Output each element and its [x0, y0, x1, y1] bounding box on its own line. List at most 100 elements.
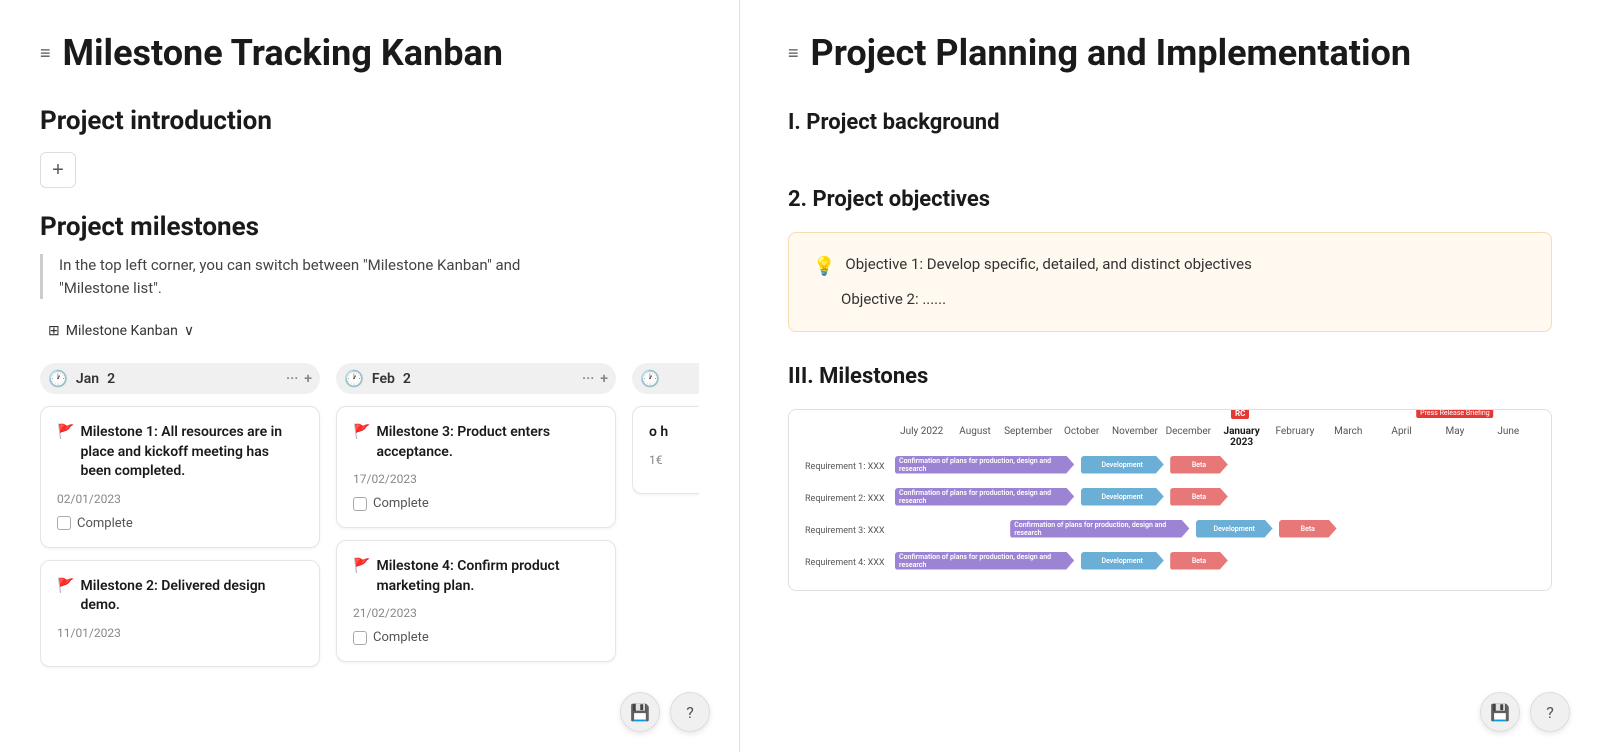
kanban-view-label: Milestone Kanban	[66, 323, 178, 339]
card-jan-1[interactable]: 🚩 Milestone 1: All resources are in plac…	[40, 406, 320, 548]
gantt-month-jul: July 2022	[895, 426, 948, 448]
background-heading: I. Project background	[788, 110, 1552, 135]
gantt-month-mar: March	[1322, 426, 1375, 448]
kanban-column-mar: 🕐 o h 1€	[632, 363, 699, 679]
objectives-box: 💡 Objective 1: Develop specific, detaile…	[788, 232, 1552, 332]
left-save-button[interactable]: 💾	[620, 692, 660, 732]
column-header-feb: 🕐 Feb 2 ··· +	[336, 363, 616, 394]
gantt-bar-2-purple: Confirmation of plans for production, de…	[895, 488, 1074, 506]
gantt-bar-1-pink: Beta	[1170, 456, 1228, 474]
objective-1-text: Objective 1: Develop specific, detailed,…	[845, 253, 1251, 276]
card-jan-2[interactable]: 🚩 Milestone 2: Delivered design demo. 11…	[40, 560, 320, 667]
alarm-icon-feb: 🕐	[344, 369, 364, 388]
left-help-button[interactable]: ?	[670, 692, 710, 732]
card-mar-1-date: 1€	[649, 453, 695, 467]
column-actions-jan: ··· +	[286, 371, 312, 387]
card-feb-1-title: 🚩 Milestone 3: Product enters acceptance…	[353, 423, 599, 462]
right-bottom-actions: 💾 ?	[1480, 692, 1570, 732]
column-add-feb[interactable]: +	[600, 371, 608, 387]
gantt-bar-2-pink: Beta	[1170, 488, 1228, 506]
card-feb-2-complete[interactable]: Complete	[353, 630, 599, 645]
kanban-board: 🕐 Jan 2 ··· + 🚩 Milestone 1: All resourc…	[40, 363, 699, 679]
gantt-bar-4-pink: Beta	[1170, 552, 1228, 570]
flag-icon: 🚩	[353, 557, 370, 577]
card-jan-1-title: 🚩 Milestone 1: All resources are in plac…	[57, 423, 303, 482]
gantt-bar-1-blue: Development	[1081, 456, 1164, 474]
kanban-view-icon: ⊞	[48, 323, 60, 339]
right-menu-icon[interactable]: ≡	[788, 43, 799, 64]
card-feb-2[interactable]: 🚩 Milestone 4: Confirm product marketing…	[336, 540, 616, 662]
gantt-month-nov: November	[1108, 426, 1161, 448]
right-save-button[interactable]: 💾	[1480, 692, 1520, 732]
gantt-month-may: May Press Release Briefing	[1428, 426, 1481, 448]
gantt-bar-4-blue: Development	[1081, 552, 1164, 570]
kanban-column-feb: 🕐 Feb 2 ··· + 🚩 Milestone 3: Product ent…	[336, 363, 616, 679]
column-more-feb[interactable]: ···	[582, 371, 594, 387]
intro-section-title: Project introduction	[40, 106, 699, 136]
add-button[interactable]: +	[40, 152, 76, 188]
alarm-icon-jan: 🕐	[48, 369, 68, 388]
right-panel: ≡ Project Planning and Implementation I.…	[740, 0, 1600, 752]
gantt-bar-3-blue: Development	[1196, 520, 1273, 538]
gantt-month-oct: October	[1055, 426, 1108, 448]
right-help-button[interactable]: ?	[1530, 692, 1570, 732]
gantt-month-aug: August	[948, 426, 1001, 448]
left-panel: ≡ Milestone Tracking Kanban Project intr…	[0, 0, 740, 752]
gantt-month-dec: December	[1162, 426, 1215, 448]
kanban-column-jan: 🕐 Jan 2 ··· + 🚩 Milestone 1: All resourc…	[40, 363, 320, 679]
objective-1-row: 💡 Objective 1: Develop specific, detaile…	[813, 253, 1527, 280]
gantt-row-2: Requirement 2: XXX Confirmation of plans…	[805, 488, 1535, 510]
gantt-bar-2-blue: Development	[1081, 488, 1164, 506]
card-feb-1[interactable]: 🚩 Milestone 3: Product enters acceptance…	[336, 406, 616, 528]
gantt-marker-press: Press Release Briefing	[1416, 409, 1494, 418]
gantt-month-sep: September	[1002, 426, 1055, 448]
bulb-icon: 💡	[813, 253, 835, 280]
gantt-chart: July 2022 August September October Novem…	[788, 409, 1552, 591]
card-jan-1-date: 02/01/2023	[57, 492, 303, 506]
card-mar-1-title: o h	[649, 423, 695, 443]
complete-label-feb-1: Complete	[373, 496, 429, 511]
gantt-row-3-label: Requirement 3: XXX	[805, 526, 887, 536]
card-feb-2-title: 🚩 Milestone 4: Confirm product marketing…	[353, 557, 599, 596]
flag-icon: 🚩	[57, 577, 74, 597]
column-add-jan[interactable]: +	[304, 371, 312, 387]
complete-label-feb-2: Complete	[373, 630, 429, 645]
gantt-row-2-label: Requirement 2: XXX	[805, 494, 887, 504]
gantt-row-1: Requirement 1: XXX Confirmation of plans…	[805, 456, 1535, 478]
milestones-section-title: Project milestones	[40, 212, 699, 242]
gantt-row-4-label: Requirement 4: XXX	[805, 558, 887, 568]
card-jan-2-title: 🚩 Milestone 2: Delivered design demo.	[57, 577, 303, 616]
right-header: ≡ Project Planning and Implementation	[788, 32, 1552, 74]
left-panel-title: Milestone Tracking Kanban	[63, 32, 503, 74]
card-mar-1[interactable]: o h 1€	[632, 406, 699, 494]
objectives-heading: 2. Project objectives	[788, 187, 1552, 212]
left-bottom-actions: 💾 ?	[620, 692, 710, 732]
checkbox-jan-1[interactable]	[57, 516, 71, 530]
column-actions-feb: ··· +	[582, 371, 608, 387]
checkbox-feb-2[interactable]	[353, 631, 367, 645]
left-menu-icon[interactable]: ≡	[40, 43, 51, 64]
card-feb-1-complete[interactable]: Complete	[353, 496, 599, 511]
gantt-bar-4-purple: Confirmation of plans for production, de…	[895, 552, 1074, 570]
objective-2-text: Objective 2: ......	[841, 288, 946, 311]
gantt-bar-3-purple: Confirmation of plans for production, de…	[1010, 520, 1189, 538]
column-count-jan: 2	[107, 371, 115, 387]
gantt-month-jun: June	[1482, 426, 1535, 448]
column-more-jan[interactable]: ···	[286, 371, 298, 387]
chevron-down-icon: ∨	[184, 323, 194, 339]
gantt-bar-1-purple: Confirmation of plans for production, de…	[895, 456, 1074, 474]
column-header-jan: 🕐 Jan 2 ··· +	[40, 363, 320, 394]
gantt-row-3: Requirement 3: XXX Confirmation of plans…	[805, 520, 1535, 542]
objective-2-row: Objective 2: ......	[813, 288, 1527, 311]
column-count-feb: 2	[403, 371, 411, 387]
checkbox-feb-1[interactable]	[353, 497, 367, 511]
card-jan-1-complete[interactable]: Complete	[57, 516, 303, 531]
column-label-jan: Jan	[76, 371, 99, 387]
flag-icon: 🚩	[353, 423, 370, 443]
gantt-month-apr: April	[1375, 426, 1428, 448]
view-selector[interactable]: ⊞ Milestone Kanban ∨	[40, 319, 699, 343]
right-panel-title: Project Planning and Implementation	[811, 32, 1412, 74]
left-header: ≡ Milestone Tracking Kanban	[40, 32, 699, 74]
card-feb-2-date: 21/02/2023	[353, 606, 599, 620]
gantt-bar-3-pink: Beta	[1279, 520, 1337, 538]
